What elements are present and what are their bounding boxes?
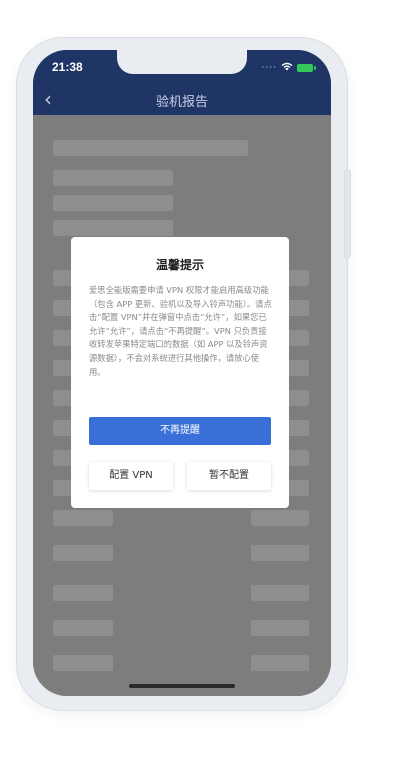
notch [117,50,247,74]
side-button [345,170,350,258]
placeholder-row [53,195,173,211]
placeholder-row [53,510,113,526]
placeholder-row [53,170,173,186]
dialog-message: 爱思全能版需要申请 VPN 权限才能启用高级功能（包含 APP 更新、验机以及导… [89,285,272,377]
placeholder-row [53,655,113,671]
nav-bar: ‹ 验机报告 [33,84,331,115]
warm-tip-dialog: 温馨提示 爱思全能版需要申请 VPN 权限才能启用高级功能（包含 APP 更新、… [71,237,289,508]
placeholder-row [53,140,248,156]
skip-config-button[interactable]: 暂不配置 [187,462,271,490]
home-indicator[interactable] [129,684,235,688]
placeholder-row [251,510,309,526]
placeholder-row [251,545,309,561]
status-time: 21:38 [52,60,83,74]
placeholder-row [53,585,113,601]
dont-remind-button[interactable]: 不再提醒 [89,417,271,445]
stage: 21:38 ···· ‹ 验机报告 温馨提示 爱思全能版需要申请 VPN 权限才… [0,0,414,769]
status-bar: 21:38 ···· [33,50,331,84]
dialog-title: 温馨提示 [155,258,204,272]
placeholder-row [53,545,113,561]
placeholder-row [251,655,309,671]
signal-dots-icon: ···· [261,62,277,73]
configure-vpn-button[interactable]: 配置 VPN [89,462,173,490]
placeholder-row [251,620,309,636]
wifi-icon [281,61,293,74]
placeholder-row [53,220,173,236]
page-title: 验机报告 [155,95,208,110]
placeholder-row [251,585,309,601]
placeholder-row [53,620,113,636]
battery-charging-icon [297,63,316,72]
status-icons: ···· [261,61,316,74]
